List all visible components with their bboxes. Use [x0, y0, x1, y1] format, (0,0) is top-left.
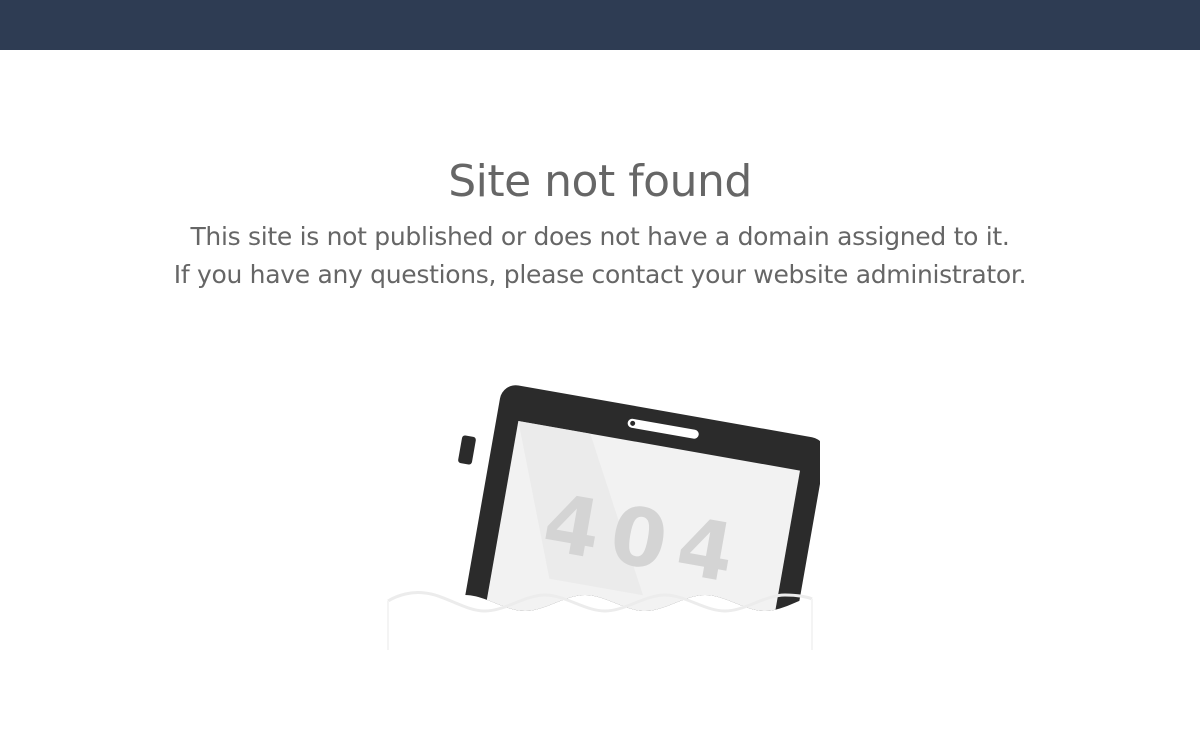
top-bar [0, 0, 1200, 50]
side-button [458, 435, 476, 465]
error-message-line-2: If you have any questions, please contac… [173, 260, 1027, 289]
tablet-404-icon: 404 [380, 355, 820, 655]
error-message-line-1: This site is not published or does not h… [190, 222, 1010, 251]
page-title: Site not found [448, 156, 752, 207]
